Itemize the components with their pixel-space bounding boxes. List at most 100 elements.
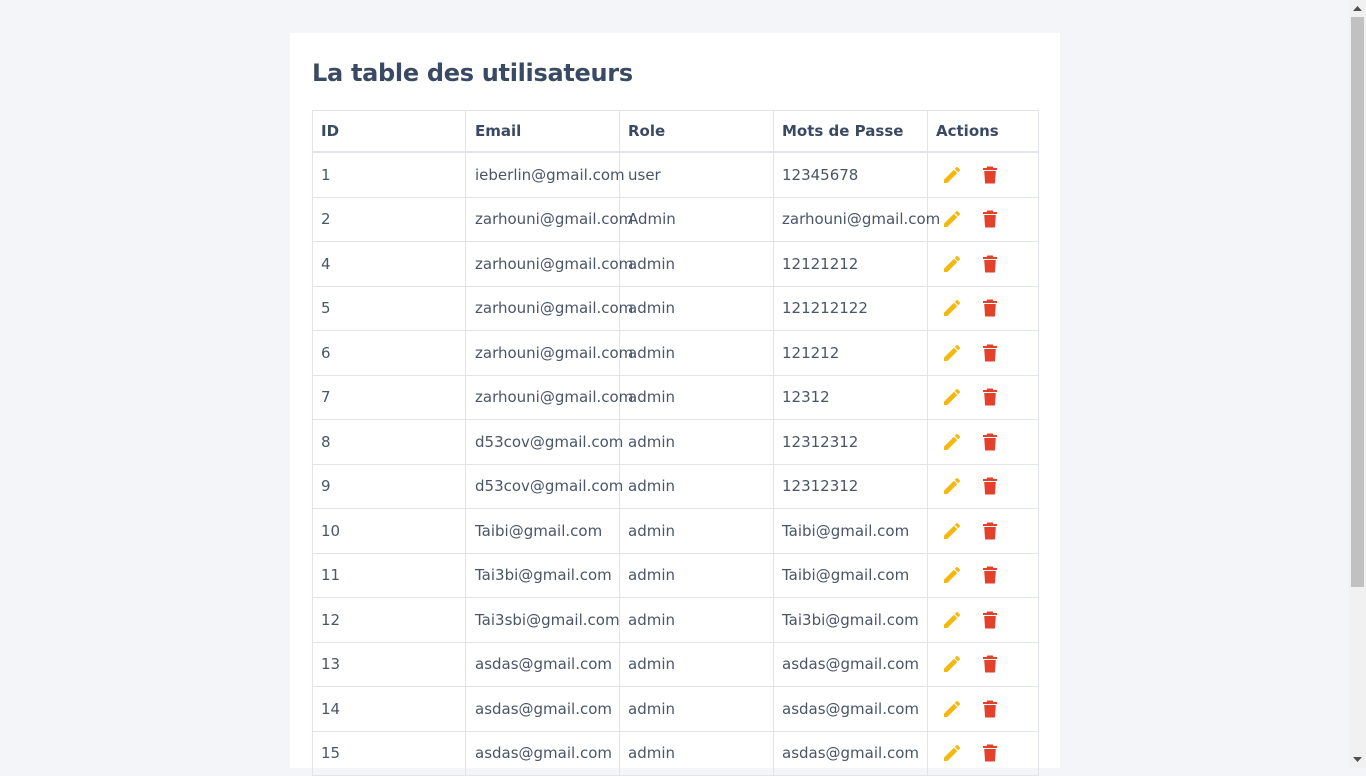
cell-password: 121212	[773, 330, 928, 376]
pencil-icon[interactable]	[942, 209, 962, 229]
table-row: 8 d53cov@gmail.com admin 12312312	[312, 419, 1039, 465]
table-row: 15 asdas@gmail.com admin asdas@gmail.com	[312, 730, 1039, 776]
cell-actions	[927, 330, 1039, 376]
cell-id: 12	[312, 597, 466, 643]
cell-actions	[927, 686, 1039, 732]
table-row: 4 zarhouni@gmail.com admin 12121212	[312, 241, 1039, 287]
cell-actions	[927, 597, 1039, 643]
pencil-icon[interactable]	[942, 699, 962, 719]
pencil-icon[interactable]	[942, 610, 962, 630]
cell-password: 12121212	[773, 241, 928, 287]
cell-id: 1	[312, 151, 466, 198]
cell-role: admin	[619, 686, 774, 732]
scroll-up-arrow-icon[interactable]	[1349, 0, 1366, 17]
cell-email: asdas@gmail.com	[465, 641, 620, 687]
cell-email: asdas@gmail.com	[465, 686, 620, 732]
trash-icon[interactable]	[980, 743, 1000, 763]
cell-role: admin	[619, 552, 774, 598]
column-header-email: Email	[465, 110, 620, 153]
cell-id: 11	[312, 552, 466, 598]
cell-actions	[927, 285, 1039, 331]
trash-icon[interactable]	[980, 387, 1000, 407]
pencil-icon[interactable]	[942, 254, 962, 274]
table-row: 9 d53cov@gmail.com admin 12312312	[312, 463, 1039, 509]
cell-password: asdas@gmail.com	[773, 730, 928, 776]
scroll-down-arrow-icon[interactable]	[1349, 751, 1366, 768]
column-header-id: ID	[312, 110, 466, 153]
column-header-actions: Actions	[927, 110, 1039, 153]
cell-role: admin	[619, 508, 774, 554]
pencil-icon[interactable]	[942, 387, 962, 407]
page-background: La table des utilisateurs ID Email Role …	[0, 0, 1349, 776]
cell-role: admin	[619, 374, 774, 420]
trash-icon[interactable]	[980, 610, 1000, 630]
table-row: 14 asdas@gmail.com admin asdas@gmail.com	[312, 686, 1039, 732]
pencil-icon[interactable]	[942, 298, 962, 318]
cell-email: zarhouni@gmail.com	[465, 285, 633, 331]
cell-id: 14	[312, 686, 466, 732]
cell-role: admin	[619, 419, 774, 465]
cell-role: admin	[619, 730, 774, 776]
trash-icon[interactable]	[980, 565, 1000, 585]
trash-icon[interactable]	[980, 521, 1000, 541]
cell-role: admin	[619, 463, 774, 509]
cell-id: 6	[312, 330, 466, 376]
cell-id: 4	[312, 241, 466, 287]
trash-icon[interactable]	[980, 209, 1000, 229]
pencil-icon[interactable]	[942, 654, 962, 674]
pencil-icon[interactable]	[942, 565, 962, 585]
cell-email: zarhouni@gmail.com	[465, 241, 633, 287]
cell-email: Tai3bi@gmail.com	[465, 552, 620, 598]
scrollbar-thumb[interactable]	[1351, 17, 1364, 587]
pencil-icon[interactable]	[942, 432, 962, 452]
cell-actions	[927, 552, 1039, 598]
pencil-icon[interactable]	[942, 165, 962, 185]
cell-actions	[927, 196, 1039, 242]
cell-role: admin	[619, 330, 774, 376]
trash-icon[interactable]	[980, 298, 1000, 318]
cell-password: Taibi@gmail.com	[773, 508, 928, 554]
cell-role: admin	[619, 285, 774, 331]
table-row: 12 Tai3sbi@gmail.com admin Tai3bi@gmail.com	[312, 597, 1039, 643]
cell-actions	[927, 730, 1039, 776]
table-row: 5 zarhouni@gmail.com admin 121212122	[312, 285, 1039, 331]
table-row: 1 ieberlin@gmail.com user 12345678	[312, 151, 1039, 198]
cell-actions	[927, 151, 1039, 198]
vertical-scrollbar[interactable]	[1349, 0, 1366, 768]
cell-role: Admin	[619, 196, 774, 242]
cell-actions	[927, 641, 1039, 687]
trash-icon[interactable]	[980, 699, 1000, 719]
cell-actions	[927, 419, 1039, 465]
table-row: 11 Tai3bi@gmail.com admin Taibi@gmail.com	[312, 552, 1039, 598]
pencil-icon[interactable]	[942, 343, 962, 363]
cell-email: Tai3sbi@gmail.com	[465, 597, 620, 643]
cell-email: ieberlin@gmail.com	[465, 151, 625, 198]
trash-icon[interactable]	[980, 476, 1000, 496]
cell-actions	[927, 374, 1039, 420]
cell-password: asdas@gmail.com	[773, 686, 928, 732]
cell-password: 12312312	[773, 463, 928, 509]
cell-password: 12312	[773, 374, 928, 420]
page-title: La table des utilisateurs	[312, 59, 633, 87]
cell-email: d53cov@gmail.com	[465, 463, 623, 509]
pencil-icon[interactable]	[942, 743, 962, 763]
pencil-icon[interactable]	[942, 476, 962, 496]
cell-id: 5	[312, 285, 466, 331]
cell-id: 2	[312, 196, 466, 242]
cell-email: zarhouni@gmail.com	[465, 330, 633, 376]
cell-password: 12345678	[773, 151, 928, 198]
trash-icon[interactable]	[980, 654, 1000, 674]
cell-role: user	[619, 151, 774, 198]
cell-email: zarhouni@gmail.com	[465, 374, 633, 420]
cell-actions	[927, 508, 1039, 554]
trash-icon[interactable]	[980, 254, 1000, 274]
cell-email: zarhouni@gmail.com	[465, 196, 633, 242]
cell-email: Taibi@gmail.com	[465, 508, 620, 554]
cell-id: 13	[312, 641, 466, 687]
pencil-icon[interactable]	[942, 521, 962, 541]
trash-icon[interactable]	[980, 343, 1000, 363]
table-header-row: ID Email Role Mots de Passe Actions	[312, 110, 1039, 153]
trash-icon[interactable]	[980, 165, 1000, 185]
trash-icon[interactable]	[980, 432, 1000, 452]
cell-role: admin	[619, 641, 774, 687]
